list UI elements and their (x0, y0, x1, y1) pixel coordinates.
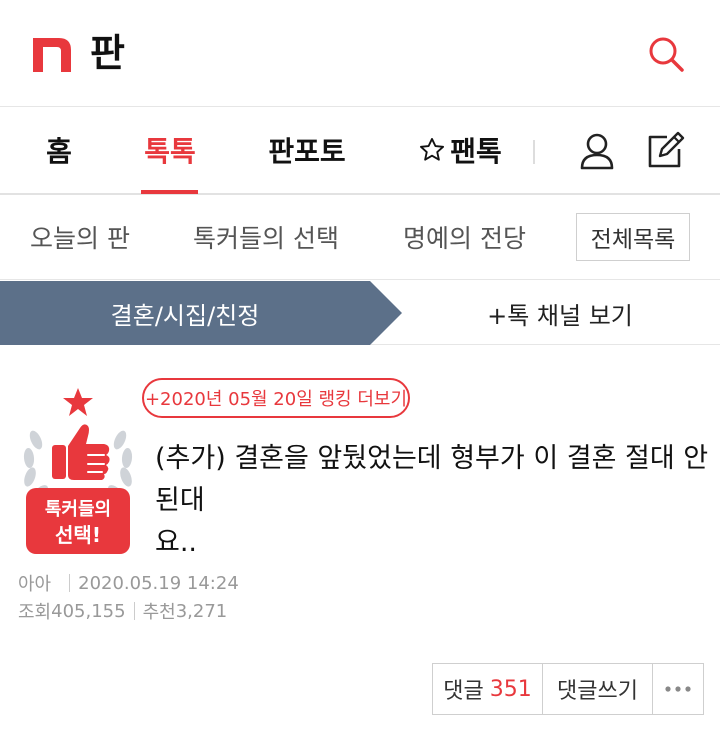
search-icon[interactable] (642, 30, 690, 78)
comments-button[interactable]: 댓글 351 (433, 664, 543, 714)
write-comment-label: 댓글쓰기 (557, 679, 638, 704)
subnav-today-label: 오늘의 판 (30, 224, 130, 253)
logo-icon[interactable] (33, 38, 71, 72)
nav-item-home[interactable]: 홈 (30, 107, 88, 193)
meta-divider (69, 574, 71, 592)
user-icon[interactable] (574, 128, 620, 174)
recommend-count: 3,271 (175, 600, 228, 622)
logo-title[interactable]: 판 (90, 28, 125, 78)
subnav-talkers-choice-label: 톡커들의 선택 (193, 224, 339, 253)
nav-item-panphoto[interactable]: 판포토 (262, 107, 352, 193)
badge-line2: 선택! (55, 523, 101, 547)
channel-active-tab[interactable]: 결혼/시집/친정 (0, 281, 370, 345)
ranking-more-link[interactable]: +2020년 05월 20일 랭킹 더보기 (142, 378, 410, 418)
subnav-item-today[interactable]: 오늘의 판 (30, 195, 130, 279)
post-meta-stats: 조회 405,155 추천 3,271 (18, 598, 227, 624)
badge-line1: 톡커들의 (45, 499, 111, 520)
nav-item-toktok[interactable]: 톡톡 (135, 107, 205, 193)
nav-item-fantok[interactable]: 팬톡 (410, 107, 510, 193)
subnav-item-talkers-choice[interactable]: 톡커들의 선택 (193, 195, 339, 279)
talkers-choice-badge: 톡커들의 선택! (18, 382, 138, 558)
post-actions: 댓글 351 댓글쓰기 (432, 663, 704, 715)
views-label: 조회 (18, 602, 52, 623)
nav-separator (533, 140, 535, 164)
post-title-line1: (추가) 결혼을 앞뒀었는데 형부가 이 결혼 절대 안된대 (155, 443, 709, 516)
post-title-line2: 요.. (155, 527, 198, 558)
all-list-button[interactable]: 전체목록 (576, 213, 690, 261)
post-date: 2020.05.19 14:24 (78, 572, 239, 594)
comments-count: 351 (489, 676, 532, 702)
write-icon[interactable] (642, 126, 690, 174)
meta-divider (133, 602, 135, 620)
subnav-hall-of-fame-label: 명예의 전당 (403, 224, 526, 253)
post-meta-author-date: 아아 2020.05.19 14:24 (18, 570, 239, 596)
star-outline-icon (418, 136, 446, 164)
nav-active-indicator (141, 190, 198, 194)
views-count: 405,155 (51, 600, 126, 622)
channel-more-link[interactable]: +톡 채널 보기 (430, 281, 690, 345)
comments-label: 댓글 (443, 679, 484, 704)
post-title[interactable]: (추가) 결혼을 앞뒀었는데 형부가 이 결혼 절대 안된대 요.. (155, 438, 715, 564)
nav-panphoto-label: 판포토 (268, 135, 346, 168)
nav-toktok-label: 톡톡 (144, 135, 196, 168)
more-dots-icon[interactable] (653, 664, 703, 714)
post-author: 아아 (18, 574, 52, 595)
write-comment-button[interactable]: 댓글쓰기 (543, 664, 653, 714)
nav-home-label: 홈 (46, 135, 72, 168)
nav-fantok-label: 팬톡 (450, 135, 502, 168)
recommend-label: 추천 (142, 602, 176, 623)
subnav-item-hall-of-fame[interactable]: 명예의 전당 (403, 195, 526, 279)
